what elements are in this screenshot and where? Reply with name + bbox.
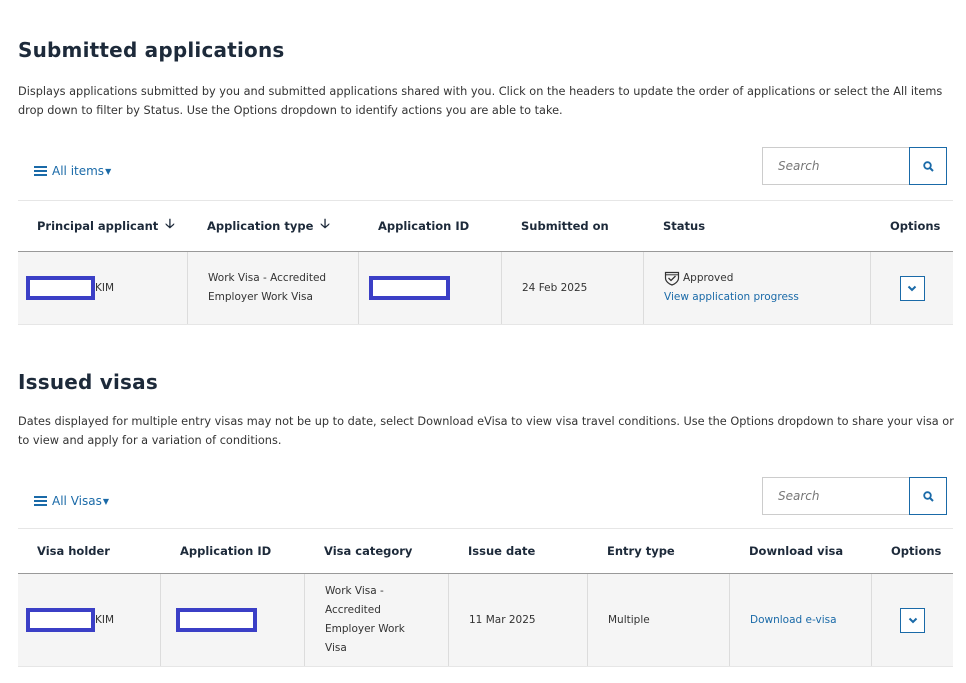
redaction-box [176, 608, 257, 632]
download-visa-cell: Download e-visa [729, 574, 871, 666]
col-visa-category[interactable]: Visa category [324, 544, 412, 558]
status-cell: Approved View application progress [643, 252, 870, 324]
issued-search [762, 477, 947, 515]
applicant-name: KIM [95, 281, 115, 294]
chevron-down-icon [908, 617, 917, 623]
list-icon [34, 165, 47, 177]
table-header: Principal applicant 🡣 Application type 🡣 A… [18, 200, 953, 252]
entry-type-value: Multiple [608, 613, 650, 626]
table-row: KIM Work Visa - Accredited Employer Work… [18, 574, 953, 667]
visa-category-value: Work Visa - Accredited Employer Work Vis… [325, 585, 405, 654]
col-application-id[interactable]: Application ID [378, 219, 469, 233]
all-items-filter-label: All items [52, 164, 105, 178]
col-status[interactable]: Status [663, 219, 705, 233]
options-dropdown-button[interactable] [900, 607, 925, 633]
issued-visas-title: Issued visas [18, 370, 158, 394]
application-type-cell: Work Visa - Accredited Employer Work Vis… [187, 252, 358, 324]
submitted-on-value: 24 Feb 2025 [522, 281, 588, 294]
arrow-down-icon: 🡣 [320, 217, 330, 232]
caret-down-icon: ▼ [105, 166, 112, 176]
arrow-down-icon: 🡣 [165, 217, 175, 232]
visa-holder-name: KIM [95, 613, 115, 626]
options-cell [871, 574, 953, 666]
visa-holder-cell: KIM [26, 574, 160, 666]
submitted-search-button[interactable] [909, 147, 947, 185]
col-application-type[interactable]: Application type 🡣 [207, 215, 330, 237]
view-application-progress-link[interactable]: View application progress [664, 288, 799, 307]
download-e-visa-link[interactable]: Download e-visa [750, 611, 837, 630]
options-cell [870, 252, 953, 324]
submitted-on-cell: 24 Feb 2025 [501, 252, 643, 324]
options-dropdown-button[interactable] [899, 275, 925, 301]
col-options: Options [890, 219, 941, 233]
col-options: Options [891, 544, 942, 558]
all-visas-filter-label: All Visas [52, 494, 102, 508]
status-badge: Approved [664, 269, 733, 288]
status-value: Approved [683, 272, 734, 284]
visa-category-cell: Work Visa - Accredited Employer Work Vis… [304, 574, 448, 666]
table-row: KIM Work Visa - Accredited Employer Work… [18, 252, 953, 325]
issued-visas-description: Dates displayed for multiple entry visas… [18, 415, 954, 447]
search-icon [922, 490, 934, 502]
col-issue-date[interactable]: Issue date [468, 544, 535, 558]
submitted-applications-description: Displays applications submitted by you a… [18, 85, 943, 117]
issue-date-cell: 11 Mar 2025 [448, 574, 587, 666]
issued-search-input[interactable] [762, 477, 909, 515]
col-visa-holder[interactable]: Visa holder [37, 544, 110, 558]
principal-applicant-cell: KIM [26, 252, 187, 324]
chevron-down-icon [907, 285, 917, 291]
table-header: Visa holder Application ID Visa category… [18, 528, 953, 574]
col-application-id[interactable]: Application ID [180, 544, 271, 558]
entry-type-cell: Multiple [587, 574, 729, 666]
submitted-search [762, 147, 947, 185]
redaction-box [26, 608, 95, 632]
application-id-cell [358, 252, 501, 324]
search-icon [922, 160, 934, 172]
issued-search-button[interactable] [909, 477, 947, 515]
col-entry-type[interactable]: Entry type [607, 544, 675, 558]
caret-down-icon: ▼ [102, 496, 109, 506]
redaction-box [26, 276, 95, 300]
col-download-visa: Download visa [749, 544, 844, 558]
submitted-search-input[interactable] [762, 147, 909, 185]
application-type-value: Work Visa - Accredited Employer Work Vis… [208, 272, 327, 303]
col-submitted-on[interactable]: Submitted on [521, 219, 609, 233]
issue-date-value: 11 Mar 2025 [469, 613, 536, 626]
list-icon [34, 495, 47, 507]
all-items-filter[interactable]: All items ▼ [34, 164, 111, 178]
all-visas-filter[interactable]: All Visas ▼ [34, 494, 109, 508]
submitted-applications-title: Submitted applications [18, 38, 285, 62]
shield-check-icon [664, 271, 680, 286]
redaction-box [369, 276, 450, 300]
application-id-cell [160, 574, 304, 666]
col-principal-applicant[interactable]: Principal applicant 🡣 [37, 215, 175, 237]
